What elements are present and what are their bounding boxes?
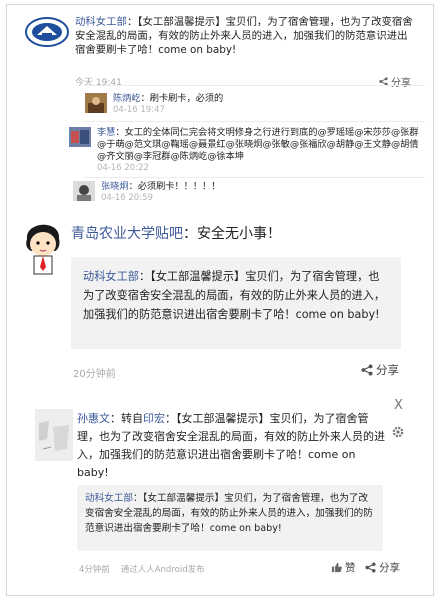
avatar[interactable]	[73, 181, 95, 201]
comment-author[interactable]: 李慧	[97, 127, 115, 138]
bottom-post-share-button[interactable]: 分享	[365, 560, 400, 575]
top-post-text: 动科女工部：【女工部温馨提示】宝贝们，为了宿舍管理，也为了改变宿舍安全混乱的局面…	[75, 16, 413, 56]
close-icon[interactable]: X	[394, 398, 403, 413]
divider	[85, 177, 425, 178]
middle-post-quote[interactable]: 动科女工部：【女工部温馨提示】宝贝们，为了宿舍管理，也为了改变宿舍安全混乱的局面…	[71, 257, 401, 349]
middle-post-author[interactable]: 青岛农业大学贴吧	[71, 226, 183, 242]
bottom-post-author[interactable]: 孙惠文	[77, 412, 110, 425]
middle-post-share-button[interactable]: 分享	[361, 362, 399, 378]
top-post-time: 今天 19:41	[75, 78, 122, 88]
quote-author[interactable]: 动科女工部	[85, 493, 133, 504]
comment-author[interactable]: 张晓炯	[101, 181, 129, 192]
avatar[interactable]	[85, 93, 107, 113]
repost-source-link[interactable]: 印宏	[143, 412, 165, 425]
comment-time: 04-16 20:59	[101, 193, 153, 203]
like-button[interactable]: 赞	[331, 560, 356, 575]
divider	[85, 85, 425, 86]
top-post-share-button[interactable]: 分享	[379, 74, 411, 89]
share-icon	[365, 562, 376, 573]
bottom-post-text: 孙惠文：转自印宏：【女工部温馨提示】宝贝们，为了宿舍管理，也为了改变宿舍安全混乱…	[77, 412, 385, 479]
top-post-author[interactable]: 动科女工部	[75, 16, 127, 28]
avatar[interactable]	[35, 409, 73, 461]
quote-author[interactable]: 动科女工部	[83, 270, 139, 283]
bottom-post-quote[interactable]: 动科女工部：【女工部温馨提示】宝贝们，为了宿舍管理，也为了改变宿舍安全混乱的局面…	[77, 485, 383, 551]
bottom-post-meta: 4分钟前 通过人人Android发布	[79, 563, 205, 575]
middle-post-time: 20分钟前	[73, 369, 116, 380]
mascot-avatar-icon[interactable]	[23, 215, 63, 279]
avatar[interactable]	[69, 127, 91, 147]
bottom-post-time: 4分钟前	[79, 565, 110, 575]
divider	[85, 121, 425, 122]
comment-time: 04-16 19:47	[113, 105, 165, 115]
share-icon	[361, 364, 373, 376]
comment-author[interactable]: 陈炳屹	[113, 93, 141, 104]
comment-time: 04-16 20:22	[97, 163, 149, 173]
bottom-post-source[interactable]: 通过人人Android发布	[121, 565, 205, 575]
gear-icon[interactable]	[391, 425, 405, 439]
school-logo-icon	[25, 17, 69, 47]
like-icon	[331, 562, 342, 573]
screenshot-frame: 动科女工部：【女工部温馨提示】宝贝们，为了宿舍管理，也为了改变宿舍安全混乱的局面…	[6, 4, 434, 596]
middle-post-title: 青岛农业大学贴吧：安全无小事！	[71, 226, 281, 242]
